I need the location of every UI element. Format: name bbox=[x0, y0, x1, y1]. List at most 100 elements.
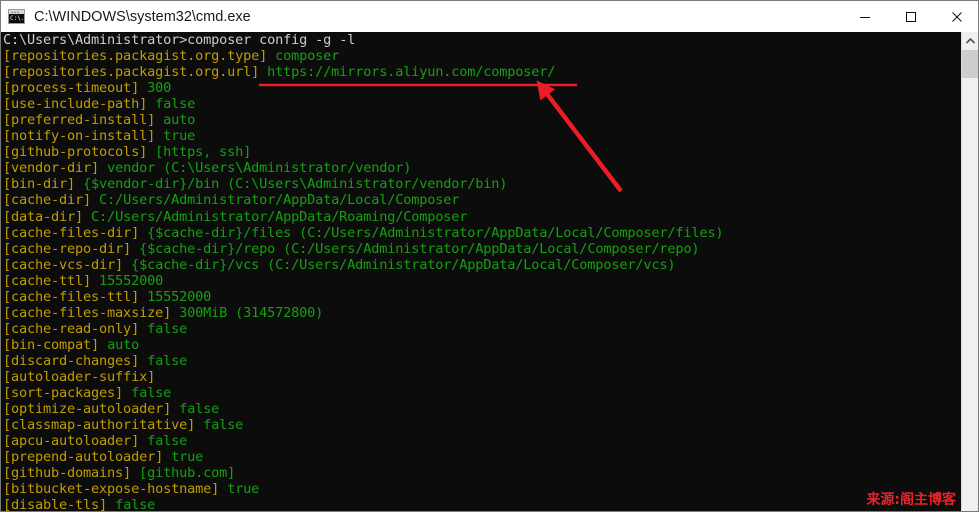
config-key: [cache-files-dir] bbox=[3, 224, 140, 241]
config-key: [process-timeout] bbox=[3, 80, 140, 97]
cmd-icon-dots: ••• bbox=[11, 9, 20, 15]
config-key: [preferred-install] bbox=[3, 112, 156, 129]
config-value: auto bbox=[99, 336, 140, 353]
config-value: {$vendor-dir}/bin (C:\Users\Administrato… bbox=[75, 176, 508, 193]
console-config-line: [disable-tls] false bbox=[3, 497, 978, 511]
config-value: true bbox=[163, 449, 204, 466]
console-config-line: [sort-packages] false bbox=[3, 385, 978, 401]
config-key: [cache-repo-dir] bbox=[3, 240, 132, 257]
shell-command: composer config -g -l bbox=[187, 32, 356, 48]
config-key: [bin-compat] bbox=[3, 336, 100, 353]
config-value: composer bbox=[267, 48, 340, 65]
config-key: [classmap-authoritative] bbox=[3, 417, 196, 434]
config-value: {$cache-dir}/repo (C:/Users/Administrato… bbox=[131, 240, 700, 257]
config-key: [cache-vcs-dir] bbox=[3, 256, 124, 273]
cmd-window: ••• C:\. C:\WINDOWS\system32\cmd.exe C:\… bbox=[0, 0, 979, 512]
console-config-line: [discard-changes] false bbox=[3, 353, 978, 369]
config-key: [cache-files-maxsize] bbox=[3, 304, 172, 321]
console-config-line: [vendor-dir] vendor (C:\Users\Administra… bbox=[3, 160, 978, 176]
console-config-line: [optimize-autoloader] false bbox=[3, 401, 978, 417]
console-config-line: [prepend-autoloader] true bbox=[3, 449, 978, 465]
maximize-button[interactable] bbox=[888, 1, 934, 32]
shell-prompt: C:\Users\Administrator> bbox=[3, 32, 188, 48]
config-key: [cache-dir] bbox=[3, 192, 92, 209]
config-key: [bin-dir] bbox=[3, 176, 76, 193]
config-value: true bbox=[155, 128, 196, 145]
console-config-line: [data-dir] C:/Users/Administrator/AppDat… bbox=[3, 209, 978, 225]
config-key: [notify-on-install] bbox=[3, 128, 156, 145]
title-bar-left: ••• C:\. C:\WINDOWS\system32\cmd.exe bbox=[1, 9, 842, 25]
config-value: 15552000 bbox=[139, 288, 212, 305]
config-key: [repositories.packagist.org.url] bbox=[3, 64, 260, 81]
console-config-line: [github-domains] [github.com] bbox=[3, 465, 978, 481]
config-value: C:/Users/Administrator/AppData/Local/Com… bbox=[91, 192, 460, 209]
window-title: C:\WINDOWS\system32\cmd.exe bbox=[34, 8, 251, 25]
title-bar: ••• C:\. C:\WINDOWS\system32\cmd.exe bbox=[1, 1, 978, 32]
console-config-line: [cache-files-dir] {$cache-dir}/files (C:… bbox=[3, 225, 978, 241]
config-value: false bbox=[139, 352, 188, 369]
config-value: false bbox=[195, 417, 244, 434]
config-value: {$cache-dir}/vcs (C:/Users/Administrator… bbox=[123, 256, 676, 273]
scrollbar-thumb[interactable] bbox=[962, 50, 978, 78]
config-key: [cache-files-ttl] bbox=[3, 288, 140, 305]
config-value: 300 bbox=[139, 80, 172, 97]
console-config-line: [cache-files-ttl] 15552000 bbox=[3, 289, 978, 305]
config-value: [github.com] bbox=[131, 465, 236, 482]
config-value: https://mirrors.aliyun.com/composer/ bbox=[259, 64, 556, 81]
config-key: [repositories.packagist.org.type] bbox=[3, 48, 268, 65]
config-value: true bbox=[219, 481, 260, 498]
config-value: false bbox=[123, 385, 172, 402]
config-key: [github-protocols] bbox=[3, 144, 148, 161]
scroll-up-arrow-icon[interactable] bbox=[962, 32, 978, 49]
console-config-line: [notify-on-install] true bbox=[3, 128, 978, 144]
console-config-line: [apcu-autoloader] false bbox=[3, 433, 978, 449]
config-value: vendor (C:\Users\Administrator/vendor) bbox=[99, 160, 412, 177]
config-key: [autoloader-suffix] bbox=[3, 368, 156, 385]
config-value: false bbox=[139, 320, 188, 337]
watermark: 来源:阁主博客 bbox=[866, 492, 956, 508]
config-key: [prepend-autoloader] bbox=[3, 449, 164, 466]
config-value: 15552000 bbox=[91, 272, 164, 289]
cmd-icon-prompt: C:\. bbox=[10, 15, 25, 22]
config-key: [vendor-dir] bbox=[3, 160, 100, 177]
config-value: false bbox=[107, 497, 156, 511]
console-config-line: [bin-dir] {$vendor-dir}/bin (C:\Users\Ad… bbox=[3, 176, 978, 192]
config-key: [optimize-autoloader] bbox=[3, 401, 172, 418]
vertical-scrollbar[interactable] bbox=[961, 32, 978, 511]
console-output-area[interactable]: C:\Users\Administrator>composer config -… bbox=[1, 32, 978, 511]
cmd-icon: ••• C:\. bbox=[8, 9, 25, 24]
config-value: [https, ssh] bbox=[147, 144, 252, 161]
console-config-line: [repositories.packagist.org.url] https:/… bbox=[3, 64, 978, 80]
config-value: C:/Users/Administrator/AppData/Roaming/C… bbox=[83, 208, 468, 225]
console-config-line: [preferred-install] auto bbox=[3, 112, 978, 128]
console-config-line: [process-timeout] 300 bbox=[3, 80, 978, 96]
config-key: [use-include-path] bbox=[3, 96, 148, 113]
config-value: false bbox=[171, 401, 220, 418]
console-prompt-line: C:\Users\Administrator>composer config -… bbox=[3, 32, 978, 48]
console-config-line: [cache-files-maxsize] 300MiB (314572800) bbox=[3, 305, 978, 321]
config-value: {$cache-dir}/files (C:/Users/Administrat… bbox=[139, 224, 724, 241]
config-value: false bbox=[139, 433, 188, 450]
console-config-line: [cache-read-only] false bbox=[3, 321, 978, 337]
config-key: [discard-changes] bbox=[3, 352, 140, 369]
config-key: [disable-tls] bbox=[3, 497, 108, 511]
console-config-line: [cache-ttl] 15552000 bbox=[3, 273, 978, 289]
console-config-line: [cache-repo-dir] {$cache-dir}/repo (C:/U… bbox=[3, 241, 978, 257]
console-config-line: [cache-dir] C:/Users/Administrator/AppDa… bbox=[3, 192, 978, 208]
config-key: [cache-ttl] bbox=[3, 272, 92, 289]
close-button[interactable] bbox=[934, 1, 978, 32]
console-config-line: [github-protocols] [https, ssh] bbox=[3, 144, 978, 160]
console-config-line: [bin-compat] auto bbox=[3, 337, 978, 353]
config-key: [data-dir] bbox=[3, 208, 84, 225]
console-config-line: [bitbucket-expose-hostname] true bbox=[3, 481, 978, 497]
minimize-button[interactable] bbox=[842, 1, 888, 32]
config-key: [apcu-autoloader] bbox=[3, 433, 140, 450]
config-value: false bbox=[147, 96, 196, 113]
console-config-line: [repositories.packagist.org.type] compos… bbox=[3, 48, 978, 64]
window-controls bbox=[842, 1, 978, 32]
console-text: C:\Users\Administrator>composer config -… bbox=[3, 32, 978, 511]
console-config-line: [use-include-path] false bbox=[3, 96, 978, 112]
console-config-line: [cache-vcs-dir] {$cache-dir}/vcs (C:/Use… bbox=[3, 257, 978, 273]
config-key: [bitbucket-expose-hostname] bbox=[3, 481, 220, 498]
console-config-line: [classmap-authoritative] false bbox=[3, 417, 978, 433]
